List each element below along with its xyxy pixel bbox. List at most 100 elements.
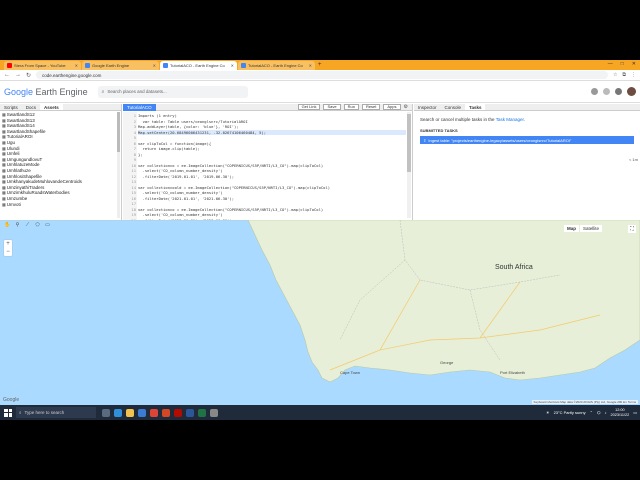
editor-scrollbar[interactable]: [407, 112, 411, 218]
browser-tab[interactable]: Google Earth Engine ✕: [82, 61, 159, 70]
code-editor: TutorialACO Get Link Save Run Reset Apps…: [123, 103, 413, 223]
search-icon: ⌕: [101, 88, 105, 95]
asset-label: Umvoti: [6, 201, 21, 207]
asset-scroll-thumb[interactable]: [117, 112, 120, 152]
line-number: 5: [133, 135, 136, 140]
line-number: 19: [131, 212, 136, 217]
tab-close-icon[interactable]: ✕: [309, 63, 312, 68]
windows-start-icon[interactable]: [2, 407, 14, 419]
tab-assets[interactable]: Assets: [40, 104, 63, 110]
help-icon[interactable]: [591, 88, 598, 95]
zoom-in-button[interactable]: +: [4, 240, 12, 248]
tab-tasks[interactable]: Tasks: [465, 104, 486, 110]
reload-icon[interactable]: ↻: [26, 72, 31, 79]
avatar[interactable]: [627, 87, 636, 96]
taskbar-search-icon: ⌕: [19, 410, 22, 415]
settings-icon[interactable]: ⚙: [404, 104, 408, 110]
map-type-toggle: Map Satellite: [564, 225, 603, 232]
logo-google: Google: [4, 86, 34, 97]
tab-docs[interactable]: Docs: [22, 104, 40, 110]
task-label: Ingest table: "projects/earthengine-lega…: [428, 137, 572, 143]
chrome-icon[interactable]: [150, 408, 158, 417]
map-type-satellite[interactable]: Satellite: [580, 225, 603, 232]
excel-icon[interactable]: [198, 408, 206, 417]
line-number: 15: [131, 190, 136, 195]
get-link-button[interactable]: Get Link: [297, 104, 321, 110]
store-icon[interactable]: [138, 408, 146, 417]
browser-tab[interactable]: TutorialACO - Earth Engine Co ✕: [238, 61, 315, 70]
forward-icon[interactable]: →: [15, 72, 21, 78]
menu-icon[interactable]: ⋮: [631, 72, 636, 78]
editor-scroll-thumb[interactable]: [407, 114, 411, 172]
tab-close-icon[interactable]: ✕: [153, 63, 156, 68]
clock[interactable]: 12:00 2023/11/22: [610, 408, 629, 417]
back-icon[interactable]: ←: [4, 72, 10, 78]
edge-icon[interactable]: [114, 408, 122, 417]
powerpoint-icon[interactable]: [162, 408, 170, 417]
task-item[interactable]: ⇧ Ingest table: "projects/earthengine-le…: [420, 136, 634, 144]
task-view-icon[interactable]: [102, 408, 110, 417]
zoom-control: + −: [4, 240, 12, 256]
notifications-icon[interactable]: [603, 88, 610, 95]
notification-icon[interactable]: ▭: [633, 410, 637, 415]
network-icon[interactable]: ⌬: [597, 410, 601, 415]
browser-tab[interactable]: TutorialACO - Earth Engine Co ✕: [160, 61, 237, 70]
line-number: 3: [133, 124, 136, 129]
polygon-tool-icon[interactable]: ⬠: [34, 222, 41, 229]
pan-tool-icon[interactable]: ✋: [4, 222, 11, 229]
volume-icon[interactable]: ♪: [604, 410, 606, 415]
tab-console[interactable]: Console: [441, 104, 466, 110]
file-explorer-icon[interactable]: [126, 408, 134, 417]
maximize-button[interactable]: □: [621, 61, 624, 67]
line-number: 1: [133, 113, 136, 118]
tab-close-icon[interactable]: ✕: [231, 63, 234, 68]
weather-icon[interactable]: ☀: [546, 410, 550, 415]
word-icon[interactable]: [186, 408, 194, 417]
acrobat-icon[interactable]: [174, 408, 182, 417]
tray-arrow-icon[interactable]: ⌃: [590, 410, 593, 415]
extensions-icon[interactable]: ⧉: [622, 72, 626, 78]
close-window-button[interactable]: ✕: [632, 61, 636, 67]
apps-button[interactable]: Apps: [383, 104, 401, 110]
rectangle-tool-icon[interactable]: ▭: [44, 222, 51, 229]
left-panel-tabs: Scripts Docs Assets: [0, 104, 121, 111]
new-tab-button[interactable]: +: [318, 62, 322, 68]
map-view[interactable]: ✋ ⚲ ⟋ ⬠ ▭ + − Map Satellite ⛶ South Afri…: [0, 220, 640, 405]
run-button[interactable]: Run: [343, 104, 359, 110]
browser-tab-label: TutorialACO - Earth Engine Co: [248, 63, 303, 68]
star-icon[interactable]: ☆: [613, 72, 617, 78]
search-box[interactable]: ⌕ Search places and datasets...: [97, 85, 248, 98]
tab-favicon-icon: [163, 63, 168, 68]
fullscreen-icon[interactable]: ⛶: [628, 225, 636, 233]
gee-logo[interactable]: Google Earth Engine: [4, 87, 88, 97]
system-tray: ☀ 23°C Partly sunny ⌃ ⌬ ♪ 12:00 2023/11/…: [546, 408, 640, 417]
save-button[interactable]: Save: [323, 104, 341, 110]
task-manager-link[interactable]: Task Manager: [496, 117, 524, 122]
url-field[interactable]: code.earthengine.google.com: [36, 71, 608, 79]
line-number: 9: [133, 157, 136, 162]
asset-item[interactable]: ▦ Umvoti: [2, 202, 119, 208]
right-panel: Inspector Console Tasks Search or cancel…: [414, 104, 640, 220]
script-tab[interactable]: TutorialACO: [123, 103, 156, 111]
minimize-button[interactable]: —: [608, 61, 613, 67]
map-canvas: [0, 220, 640, 383]
task-elapsed: < 1m: [628, 157, 638, 162]
point-tool-icon[interactable]: ⚲: [14, 222, 21, 229]
city-label-cape-town: Cape Town: [340, 370, 360, 375]
tab-inspector[interactable]: Inspector: [414, 104, 441, 110]
taskbar-search[interactable]: ⌕ Type here to search: [16, 407, 96, 418]
map-type-map[interactable]: Map: [564, 225, 579, 232]
app-icon[interactable]: [210, 408, 218, 417]
reset-button[interactable]: Reset: [361, 104, 381, 110]
windows-taskbar: ⌕ Type here to search ☀ 23°C Partly sunn…: [0, 405, 640, 420]
line-tool-icon[interactable]: ⟋: [24, 222, 31, 229]
line-number: 16: [131, 195, 136, 201]
code-lines[interactable]: 1 Imports (1 entry) 2 var table: Table use…: [131, 113, 406, 223]
apps-grid-icon[interactable]: [615, 88, 622, 95]
asset-scrollbar[interactable]: [117, 112, 120, 218]
tab-close-icon[interactable]: ✕: [75, 63, 78, 68]
browser-tab[interactable]: Stera From Space - YouTube ✕: [4, 61, 81, 70]
tab-scripts[interactable]: Scripts: [0, 104, 22, 110]
browser-tab-label: Stera From Space - YouTube: [14, 63, 66, 68]
zoom-out-button[interactable]: −: [4, 248, 12, 256]
